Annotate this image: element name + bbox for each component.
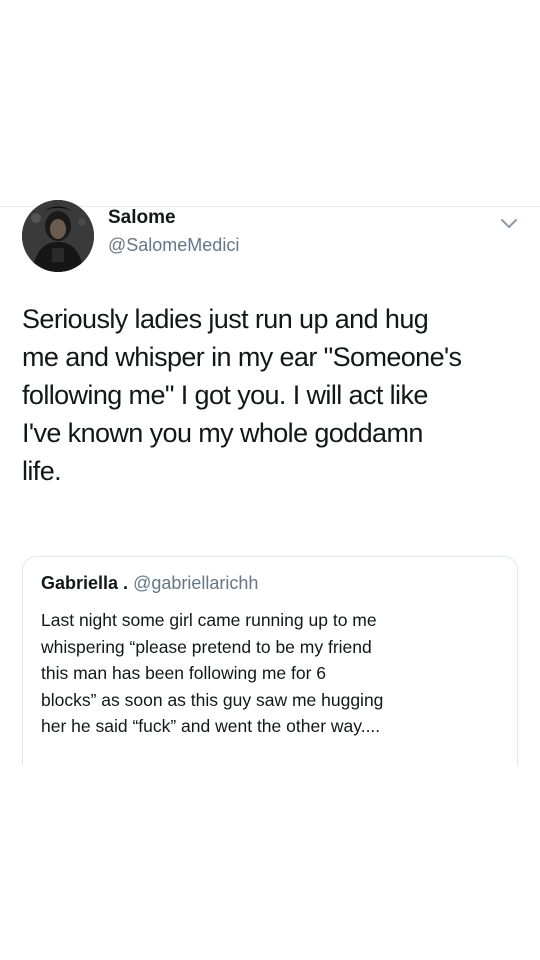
quoted-handle: @gabriellarichh — [133, 573, 259, 593]
quoted-tweet-header: Gabriella . @gabriellarichh — [41, 571, 258, 595]
author-handle[interactable]: @SalomeMedici — [108, 233, 239, 257]
avatar[interactable] — [22, 200, 94, 272]
author-names: Salome @SalomeMedici — [108, 206, 239, 257]
tweet-text: Seriously ladies just run up and hug me … — [22, 304, 462, 486]
tweet-screenshot: Salome @SalomeMedici Seriously ladies ju… — [0, 0, 540, 960]
quoted-tweet-text: Last night some girl came running up to … — [41, 610, 384, 736]
quoted-display-name: Gabriella . — [41, 573, 129, 593]
chevron-down-icon[interactable] — [498, 212, 520, 234]
quoted-tweet[interactable]: Gabriella . @gabriellarichh Last night s… — [22, 556, 518, 766]
avatar-image — [22, 200, 94, 272]
author-display-name[interactable]: Salome — [108, 206, 239, 230]
tweet-header: Salome @SalomeMedici — [22, 200, 522, 272]
